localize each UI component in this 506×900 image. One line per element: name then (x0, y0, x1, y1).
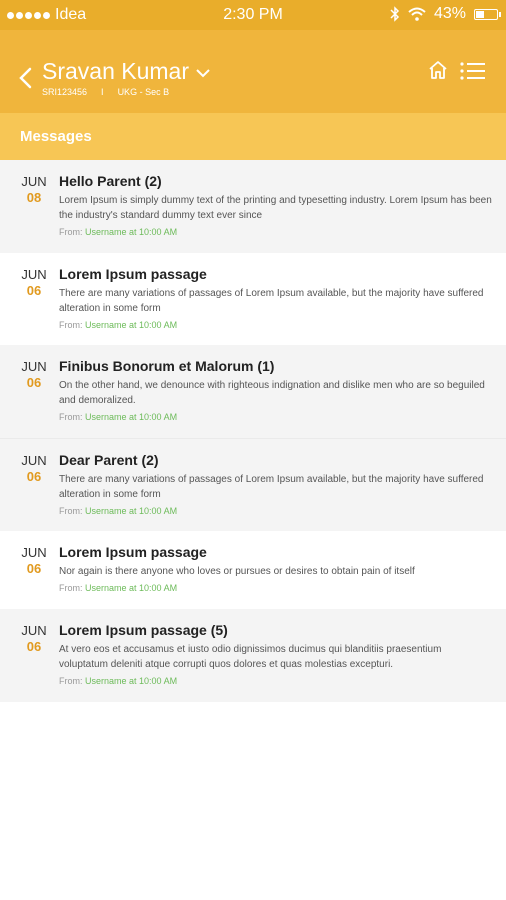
wifi-icon (408, 7, 426, 21)
from-label: From: (59, 412, 83, 422)
date-day: 06 (26, 283, 42, 298)
message-date: JUN 06 (14, 359, 54, 390)
student-selector[interactable]: Sravan Kumar SRI123456 I UKG - Sec B (42, 58, 210, 97)
date-month: JUN (21, 545, 47, 560)
date-day: 06 (26, 469, 42, 484)
message-item[interactable]: JUN 06 Lorem Ipsum passage Nor again is … (0, 531, 506, 609)
message-title: Dear Parent (2) (59, 452, 159, 468)
chevron-left-icon[interactable] (18, 67, 32, 89)
message-from: From: Username at 10:00 AM (59, 676, 492, 686)
bluetooth-icon (390, 6, 400, 22)
message-list: JUN 08 Hello Parent (2) Lorem Ipsum is s… (0, 160, 506, 702)
from-label: From: (59, 583, 83, 593)
message-item[interactable]: JUN 06 Finibus Bonorum et Malorum (1) On… (0, 345, 506, 438)
list-menu-icon[interactable] (460, 62, 486, 80)
student-id: SRI123456 (42, 87, 88, 97)
message-preview: There are many variations of passages of… (59, 474, 484, 500)
message-sender: Username at 10:00 AM (85, 506, 178, 516)
message-preview: Nor again is there anyone who loves or p… (59, 566, 415, 577)
message-from: From: Username at 10:00 AM (59, 412, 492, 422)
meta-separator: I (101, 87, 104, 97)
from-label: From: (59, 320, 83, 330)
message-date: JUN 08 (14, 174, 54, 205)
message-sender: Username at 10:00 AM (85, 227, 178, 237)
battery-percent: 43% (433, 5, 466, 22)
message-date: JUN 06 (14, 545, 54, 576)
message-item[interactable]: JUN 08 Hello Parent (2) Lorem Ipsum is s… (0, 160, 506, 253)
date-month: JUN (21, 453, 47, 468)
message-from: From: Username at 10:00 AM (59, 506, 492, 516)
status-bar: Idea 2:30 PM 43% (0, 0, 506, 30)
message-title: Lorem Ipsum passage (5) (59, 622, 228, 638)
message-item[interactable]: JUN 06 Lorem Ipsum passage There are man… (0, 253, 506, 345)
from-label: From: (59, 227, 83, 237)
message-from: From: Username at 10:00 AM (59, 227, 492, 237)
student-meta: SRI123456 I UKG - Sec B (42, 87, 210, 97)
status-right: 43% (390, 5, 501, 23)
section-header: Messages (0, 113, 506, 160)
message-sender: Username at 10:00 AM (85, 583, 178, 593)
battery-fill (476, 10, 485, 18)
message-item[interactable]: JUN 06 Lorem Ipsum passage (5) At vero e… (0, 609, 506, 702)
battery-icon (474, 8, 501, 20)
message-from: From: Username at 10:00 AM (59, 583, 492, 593)
message-sender: Username at 10:00 AM (85, 676, 178, 686)
from-label: From: (59, 506, 83, 516)
message-date: JUN 06 (14, 453, 54, 484)
date-day: 08 (26, 190, 42, 205)
date-month: JUN (21, 174, 47, 189)
date-day: 06 (26, 375, 42, 390)
section-title: Messages (20, 128, 92, 145)
message-preview: At vero eos et accusamus et iusto odio d… (59, 644, 442, 670)
student-name[interactable]: Sravan Kumar (42, 58, 189, 85)
from-label: From: (59, 676, 83, 686)
message-sender: Username at 10:00 AM (85, 320, 178, 330)
message-sender: Username at 10:00 AM (85, 412, 178, 422)
message-title: Lorem Ipsum passage (59, 266, 207, 282)
home-icon[interactable] (428, 60, 448, 80)
student-class: UKG - Sec B (117, 87, 170, 97)
message-date: JUN 06 (14, 623, 54, 654)
date-day: 06 (26, 639, 42, 654)
date-month: JUN (21, 623, 47, 638)
message-title: Lorem Ipsum passage (59, 544, 207, 560)
app-header: Sravan Kumar SRI123456 I UKG - Sec B (0, 30, 506, 113)
message-title: Hello Parent (2) (59, 173, 162, 189)
date-day: 06 (26, 561, 42, 576)
message-date: JUN 06 (14, 267, 54, 298)
date-month: JUN (21, 359, 47, 374)
message-preview: On the other hand, we denounce with righ… (59, 380, 485, 406)
message-from: From: Username at 10:00 AM (59, 320, 492, 330)
chevron-down-icon[interactable] (196, 69, 210, 78)
message-preview: Lorem Ipsum is simply dummy text of the … (59, 195, 492, 221)
message-item[interactable]: JUN 06 Dear Parent (2) There are many va… (0, 438, 506, 531)
date-month: JUN (21, 267, 47, 282)
message-preview: There are many variations of passages of… (59, 288, 484, 314)
message-title: Finibus Bonorum et Malorum (1) (59, 358, 275, 374)
